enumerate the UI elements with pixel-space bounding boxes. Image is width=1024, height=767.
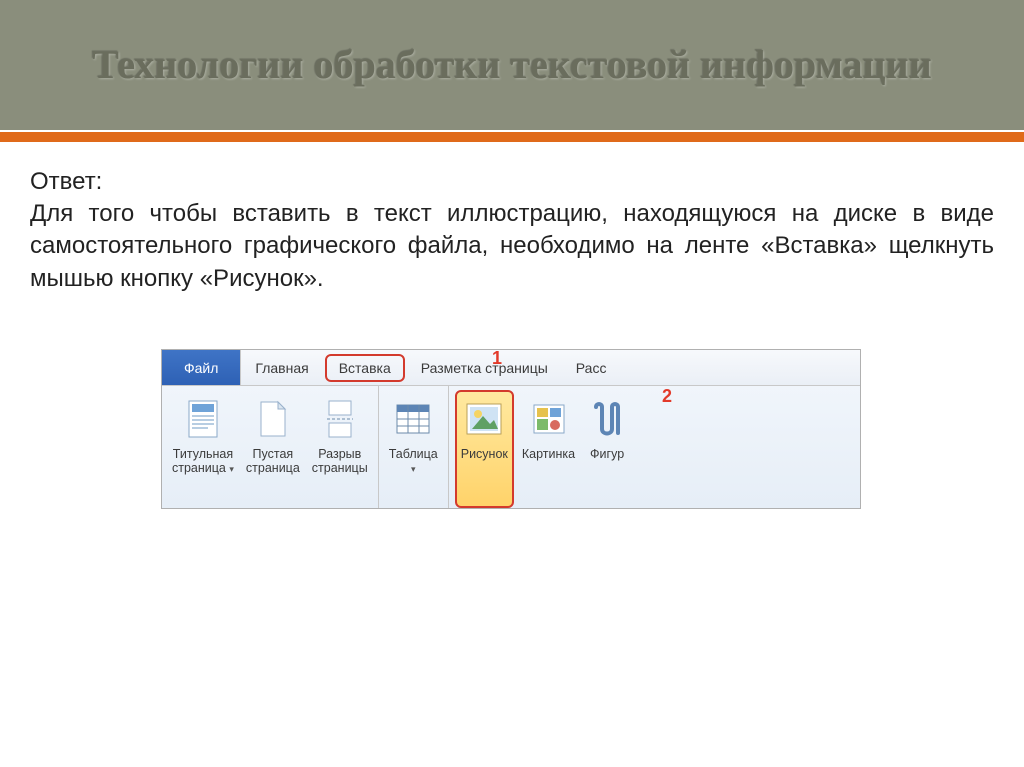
tab-insert[interactable]: Вставка [325,354,405,382]
tab-file[interactable]: Файл [162,350,241,385]
group-pages: Титульная страница ▾ Пустая [162,386,379,508]
group-illustrations: Рисунок Картинка [449,386,637,508]
page-break-button[interactable]: Разрыв страницы [306,390,374,508]
tab-mailings[interactable]: Расс [562,350,621,385]
table-label: Таблица ▾ [389,448,438,476]
word-ribbon: 1 2 Файл Главная Вставка Разметка страни… [161,349,861,509]
answer-text: Для того чтобы вставить в текст иллюстра… [30,198,994,295]
page-break-label: Разрыв страницы [312,448,368,476]
cover-page-icon [183,396,223,442]
shapes-label: Фигур [590,448,624,462]
clipart-label: Картинка [522,448,575,462]
ribbon-tabs: Файл Главная Вставка Разметка страницы Р… [162,350,860,386]
blank-page-icon [253,396,293,442]
clipart-icon [529,396,569,442]
table-button[interactable]: Таблица ▾ [383,390,444,508]
picture-icon [464,396,504,442]
shapes-button[interactable]: Фигур [581,390,633,508]
ribbon-groups: Титульная страница ▾ Пустая [162,386,860,508]
chevron-down-icon: ▾ [411,464,416,474]
page-break-icon [320,396,360,442]
blank-page-button[interactable]: Пустая страница [240,390,306,508]
tab-page-layout[interactable]: Разметка страницы [407,350,562,385]
cover-page-button[interactable]: Титульная страница ▾ [166,390,240,508]
blank-page-label: Пустая страница [246,448,300,476]
shapes-icon [587,396,627,442]
annotation-1: 1 [492,348,502,369]
ribbon-figure: 1 2 Файл Главная Вставка Разметка страни… [161,349,863,509]
answer-label: Ответ: [30,168,994,196]
group-tables: Таблица ▾ [379,386,449,508]
clipart-button[interactable]: Картинка [516,390,581,508]
tab-home[interactable]: Главная [241,350,322,385]
slide-content: Ответ: Для того чтобы вставить в текст и… [0,144,1024,533]
chevron-down-icon: ▾ [229,464,234,474]
accent-bar [0,130,1024,144]
slide-header: Технологии обработки текстовой информаци… [0,0,1024,130]
cover-page-label: Титульная страница ▾ [172,448,234,476]
annotation-2: 2 [662,386,672,407]
slide-title: Технологии обработки текстовой информаци… [92,42,932,88]
table-icon [393,396,433,442]
picture-button[interactable]: Рисунок [455,390,514,508]
picture-label: Рисунок [461,448,508,462]
